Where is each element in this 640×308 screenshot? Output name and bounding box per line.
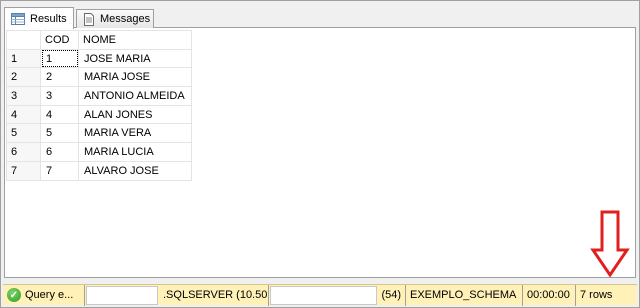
success-check-icon: ✓: [7, 288, 21, 302]
header-row: COD NOME: [6, 30, 192, 50]
table-row[interactable]: 5 5 MARIA VERA: [6, 123, 192, 144]
table-row[interactable]: 2 2 MARIA JOSE: [6, 67, 192, 88]
row-number[interactable]: 2: [6, 67, 41, 88]
column-header-cod[interactable]: COD: [40, 30, 79, 50]
tab-messages[interactable]: Messages: [76, 9, 154, 28]
table-row[interactable]: 3 3 ANTONIO ALMEIDA: [6, 86, 192, 106]
query-status: ✓ Query e...: [3, 284, 85, 306]
status-bar: ✓ Query e... .SQLSERVER (10.50... (54) E…: [3, 284, 637, 306]
table-row[interactable]: 7 7 ALVARO JOSE: [6, 160, 192, 181]
table-row[interactable]: 1 1 JOSE MARIA: [6, 48, 192, 69]
cell-nome[interactable]: MARIA LUCIA: [78, 142, 192, 162]
server-name: .SQLSERVER (10.50...: [159, 284, 269, 306]
cell-cod[interactable]: 6: [40, 142, 79, 162]
status-field-blank: [270, 285, 377, 305]
row-number[interactable]: 1: [6, 48, 41, 69]
row-number[interactable]: 4: [6, 104, 41, 125]
down-arrow-annotation: [590, 210, 630, 278]
row-number-header[interactable]: [6, 30, 41, 50]
row-number[interactable]: 3: [6, 86, 41, 106]
cell-cod[interactable]: 7: [40, 160, 79, 181]
cell-nome[interactable]: ALAN JONES: [78, 104, 192, 125]
column-header-nome[interactable]: NOME: [78, 30, 192, 50]
cell-nome[interactable]: MARIA JOSE: [78, 67, 192, 88]
session-id: (54): [378, 284, 406, 306]
tab-results[interactable]: Results: [4, 7, 74, 29]
cell-nome[interactable]: JOSE MARIA: [78, 48, 192, 69]
row-number[interactable]: 6: [6, 142, 41, 162]
row-count: 7 rows: [580, 289, 613, 301]
cell-cod[interactable]: 2: [40, 67, 79, 88]
results-pane: Results Messages COD NOME 1 1 JOSE MARIA…: [0, 0, 640, 308]
cell-nome[interactable]: MARIA VERA: [78, 123, 192, 144]
tab-results-label: Results: [30, 12, 67, 25]
database-name: EXEMPLO_SCHEMA: [406, 284, 523, 306]
cell-nome[interactable]: ALVARO JOSE: [78, 160, 192, 181]
grid-icon: [11, 12, 25, 25]
cell-nome[interactable]: ANTONIO ALMEIDA: [78, 86, 192, 106]
tab-strip: Results Messages: [4, 7, 636, 29]
row-number[interactable]: 7: [6, 160, 41, 181]
elapsed-time: 00:00:00: [523, 284, 576, 306]
row-number[interactable]: 5: [6, 123, 41, 144]
cell-cod[interactable]: 1: [40, 48, 79, 69]
table-row[interactable]: 4 4 ALAN JONES: [6, 104, 192, 125]
table-row[interactable]: 6 6 MARIA LUCIA: [6, 142, 192, 162]
status-field-blank: [86, 285, 158, 305]
document-icon: [83, 12, 95, 26]
cell-cod[interactable]: 3: [40, 86, 79, 106]
results-grid[interactable]: COD NOME 1 1 JOSE MARIA 2 2 MARIA JOSE 3…: [4, 28, 636, 278]
tab-messages-label: Messages: [100, 13, 151, 25]
query-status-text: Query e...: [25, 289, 74, 301]
results-table: COD NOME 1 1 JOSE MARIA 2 2 MARIA JOSE 3…: [6, 30, 192, 181]
cell-cod[interactable]: 4: [40, 104, 79, 125]
cell-cod[interactable]: 5: [40, 123, 79, 144]
